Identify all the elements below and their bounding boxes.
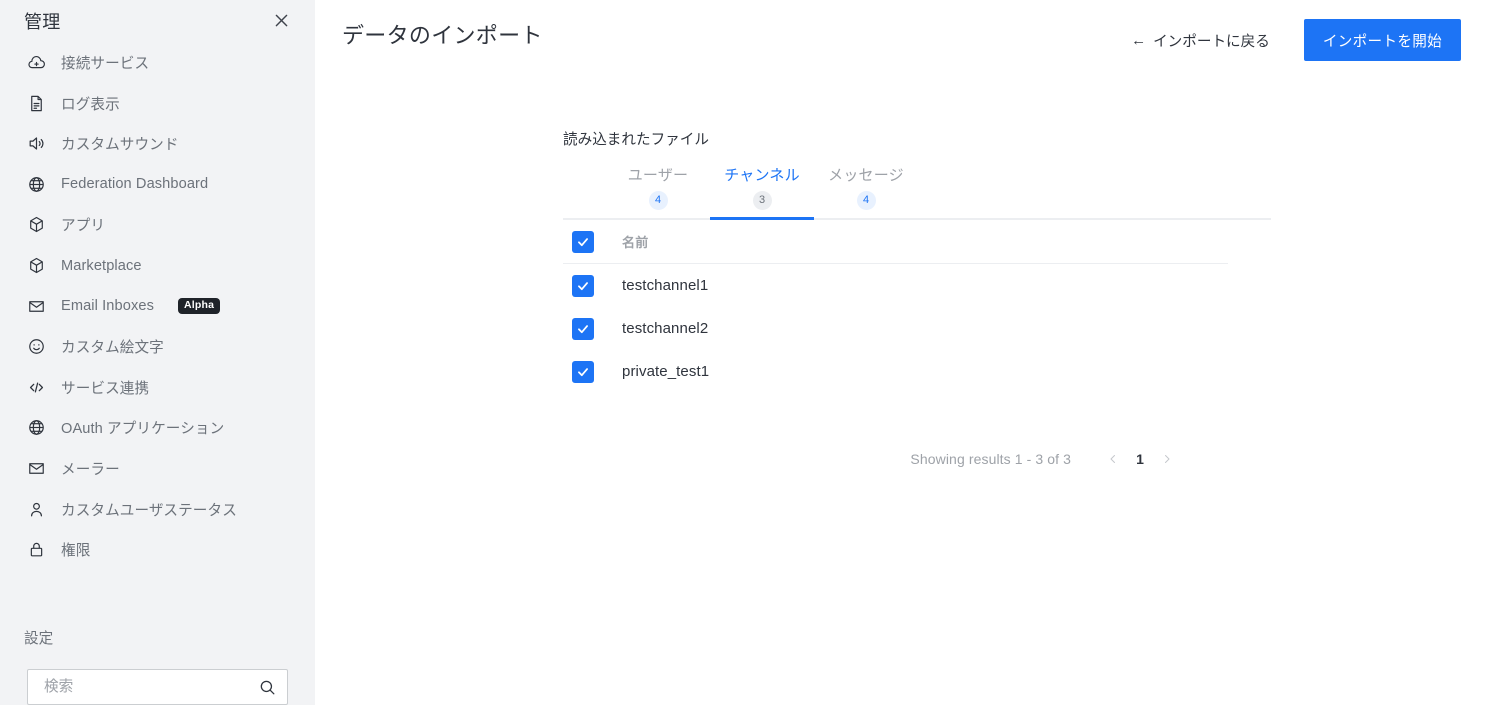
sidebar-item-apps[interactable]: アプリ — [0, 205, 315, 246]
sidebar-header: 管理 — [0, 0, 315, 41]
row-checkbox[interactable] — [572, 360, 594, 383]
sidebar-item-label: カスタム絵文字 — [61, 340, 164, 357]
sidebar-item-mailer[interactable]: メーラー — [0, 448, 315, 489]
tab-label: ユーザー — [627, 167, 689, 184]
sidebar-item-connectivity-services[interactable]: 接続サービス — [0, 42, 315, 83]
speaker-icon — [26, 134, 46, 154]
loaded-files-label: 読み込まれたファイル — [563, 132, 709, 148]
close-icon[interactable] — [267, 7, 295, 35]
main-content: 読み込まれたファイル ユーザー 4 チャンネル 3 メッセージ 4 名前 tes… — [315, 128, 1486, 473]
pagination-results-text: Showing results 1 - 3 of 3 — [910, 451, 1071, 467]
row-name: testchannel2 — [622, 320, 709, 337]
table-row[interactable]: private_test1 — [563, 350, 1228, 393]
tab-count-badge: 4 — [856, 191, 876, 210]
sidebar-item-user-status[interactable]: カスタムユーザステータス — [0, 489, 315, 530]
mail-icon — [26, 459, 46, 479]
channels-table: 名前 testchannel1 testchannel2 private_tes… — [563, 220, 1228, 393]
row-checkbox[interactable] — [572, 317, 594, 340]
row-checkbox[interactable] — [572, 274, 594, 297]
cloud-plus-icon — [26, 53, 46, 73]
row-name: testchannel1 — [622, 277, 709, 294]
code-icon — [26, 377, 46, 397]
sidebar-item-label: Federation Dashboard — [61, 176, 209, 193]
tab-count-badge: 3 — [752, 191, 772, 210]
select-all-checkbox[interactable] — [572, 230, 594, 253]
cube-icon — [26, 215, 46, 235]
tab-users[interactable]: ユーザー 4 — [606, 159, 710, 220]
main-header: データのインポート ← インポートに戻る インポートを開始 — [315, 0, 1486, 80]
sidebar-item-label: OAuth アプリケーション — [61, 421, 225, 438]
sidebar-item-email-inboxes[interactable]: Email Inboxes Alpha — [0, 286, 315, 327]
sidebar-item-label: カスタムユーザステータス — [61, 502, 237, 519]
tab-channels[interactable]: チャンネル 3 — [710, 159, 814, 220]
sidebar-item-label: Email Inboxes — [61, 298, 154, 315]
table-row[interactable]: testchannel2 — [563, 307, 1228, 350]
search-box[interactable] — [27, 669, 288, 705]
tab-label: チャンネル — [724, 167, 800, 184]
smiley-icon — [26, 337, 46, 357]
admin-sidebar: 管理 接続サービス ログ表示 カスタムサウンド Federation Dashb… — [0, 0, 315, 705]
back-to-import-link[interactable]: ← インポートに戻る — [1131, 30, 1270, 51]
sidebar-search-wrap — [27, 669, 288, 705]
lock-icon — [26, 540, 46, 560]
chevron-right-icon[interactable] — [1153, 445, 1181, 473]
arrow-left-icon: ← — [1131, 31, 1147, 49]
globe-icon — [26, 174, 46, 194]
sidebar-item-custom-sounds[interactable]: カスタムサウンド — [0, 123, 315, 164]
sidebar-item-permissions[interactable]: 権限 — [0, 529, 315, 570]
sidebar-item-label: ログ表示 — [61, 96, 120, 113]
globe-icon — [26, 418, 46, 438]
sidebar-item-custom-emoji[interactable]: カスタム絵文字 — [0, 326, 315, 367]
user-icon — [26, 499, 46, 519]
search-icon — [258, 678, 277, 697]
sidebar-nav: 接続サービス ログ表示 カスタムサウンド Federation Dashboar… — [0, 41, 315, 570]
sidebar-title: 管理 — [24, 11, 61, 32]
tab-messages[interactable]: メッセージ 4 — [814, 159, 918, 220]
table-header-row: 名前 — [563, 220, 1228, 264]
sidebar-item-federation-dashboard[interactable]: Federation Dashboard — [0, 164, 315, 205]
sidebar-item-integrations[interactable]: サービス連携 — [0, 367, 315, 408]
sidebar-item-label: 接続サービス — [61, 56, 150, 73]
app-root: 管理 接続サービス ログ表示 カスタムサウンド Federation Dashb… — [0, 0, 1486, 705]
column-header-name: 名前 — [622, 235, 649, 250]
sidebar-item-marketplace[interactable]: Marketplace — [0, 245, 315, 286]
start-import-button[interactable]: インポートを開始 — [1303, 19, 1461, 61]
sidebar-item-oauth-apps[interactable]: OAuth アプリケーション — [0, 408, 315, 449]
sidebar-section-title: 設定 — [24, 631, 54, 647]
status-badge: Alpha — [177, 298, 221, 314]
sidebar-item-label: Marketplace — [61, 257, 142, 274]
sidebar-item-label: アプリ — [61, 218, 106, 235]
sidebar-item-view-logs[interactable]: ログ表示 — [0, 83, 315, 124]
sidebar-item-label: メーラー — [61, 462, 120, 479]
pagination: Showing results 1 - 3 of 3 1 — [563, 445, 1228, 473]
table-row[interactable]: testchannel1 — [563, 264, 1228, 307]
main-panel: データのインポート ← インポートに戻る インポートを開始 読み込まれたファイル… — [315, 0, 1486, 705]
document-icon — [26, 93, 46, 113]
sidebar-item-label: サービス連携 — [61, 380, 150, 397]
tab-count-badge: 4 — [648, 191, 668, 210]
search-input[interactable] — [42, 678, 258, 696]
file-type-tabs: ユーザー 4 チャンネル 3 メッセージ 4 — [563, 159, 1271, 220]
tab-label: メッセージ — [828, 167, 904, 184]
cube-icon — [26, 256, 46, 276]
chevron-left-icon[interactable] — [1099, 445, 1127, 473]
pagination-page-1[interactable]: 1 — [1127, 451, 1153, 467]
mail-icon — [26, 296, 46, 316]
row-name: private_test1 — [622, 363, 710, 380]
sidebar-item-label: カスタムサウンド — [61, 137, 179, 154]
page-title: データのインポート — [342, 22, 543, 48]
sidebar-item-label: 権限 — [61, 543, 91, 560]
back-to-import-label: インポートに戻る — [1153, 33, 1270, 50]
